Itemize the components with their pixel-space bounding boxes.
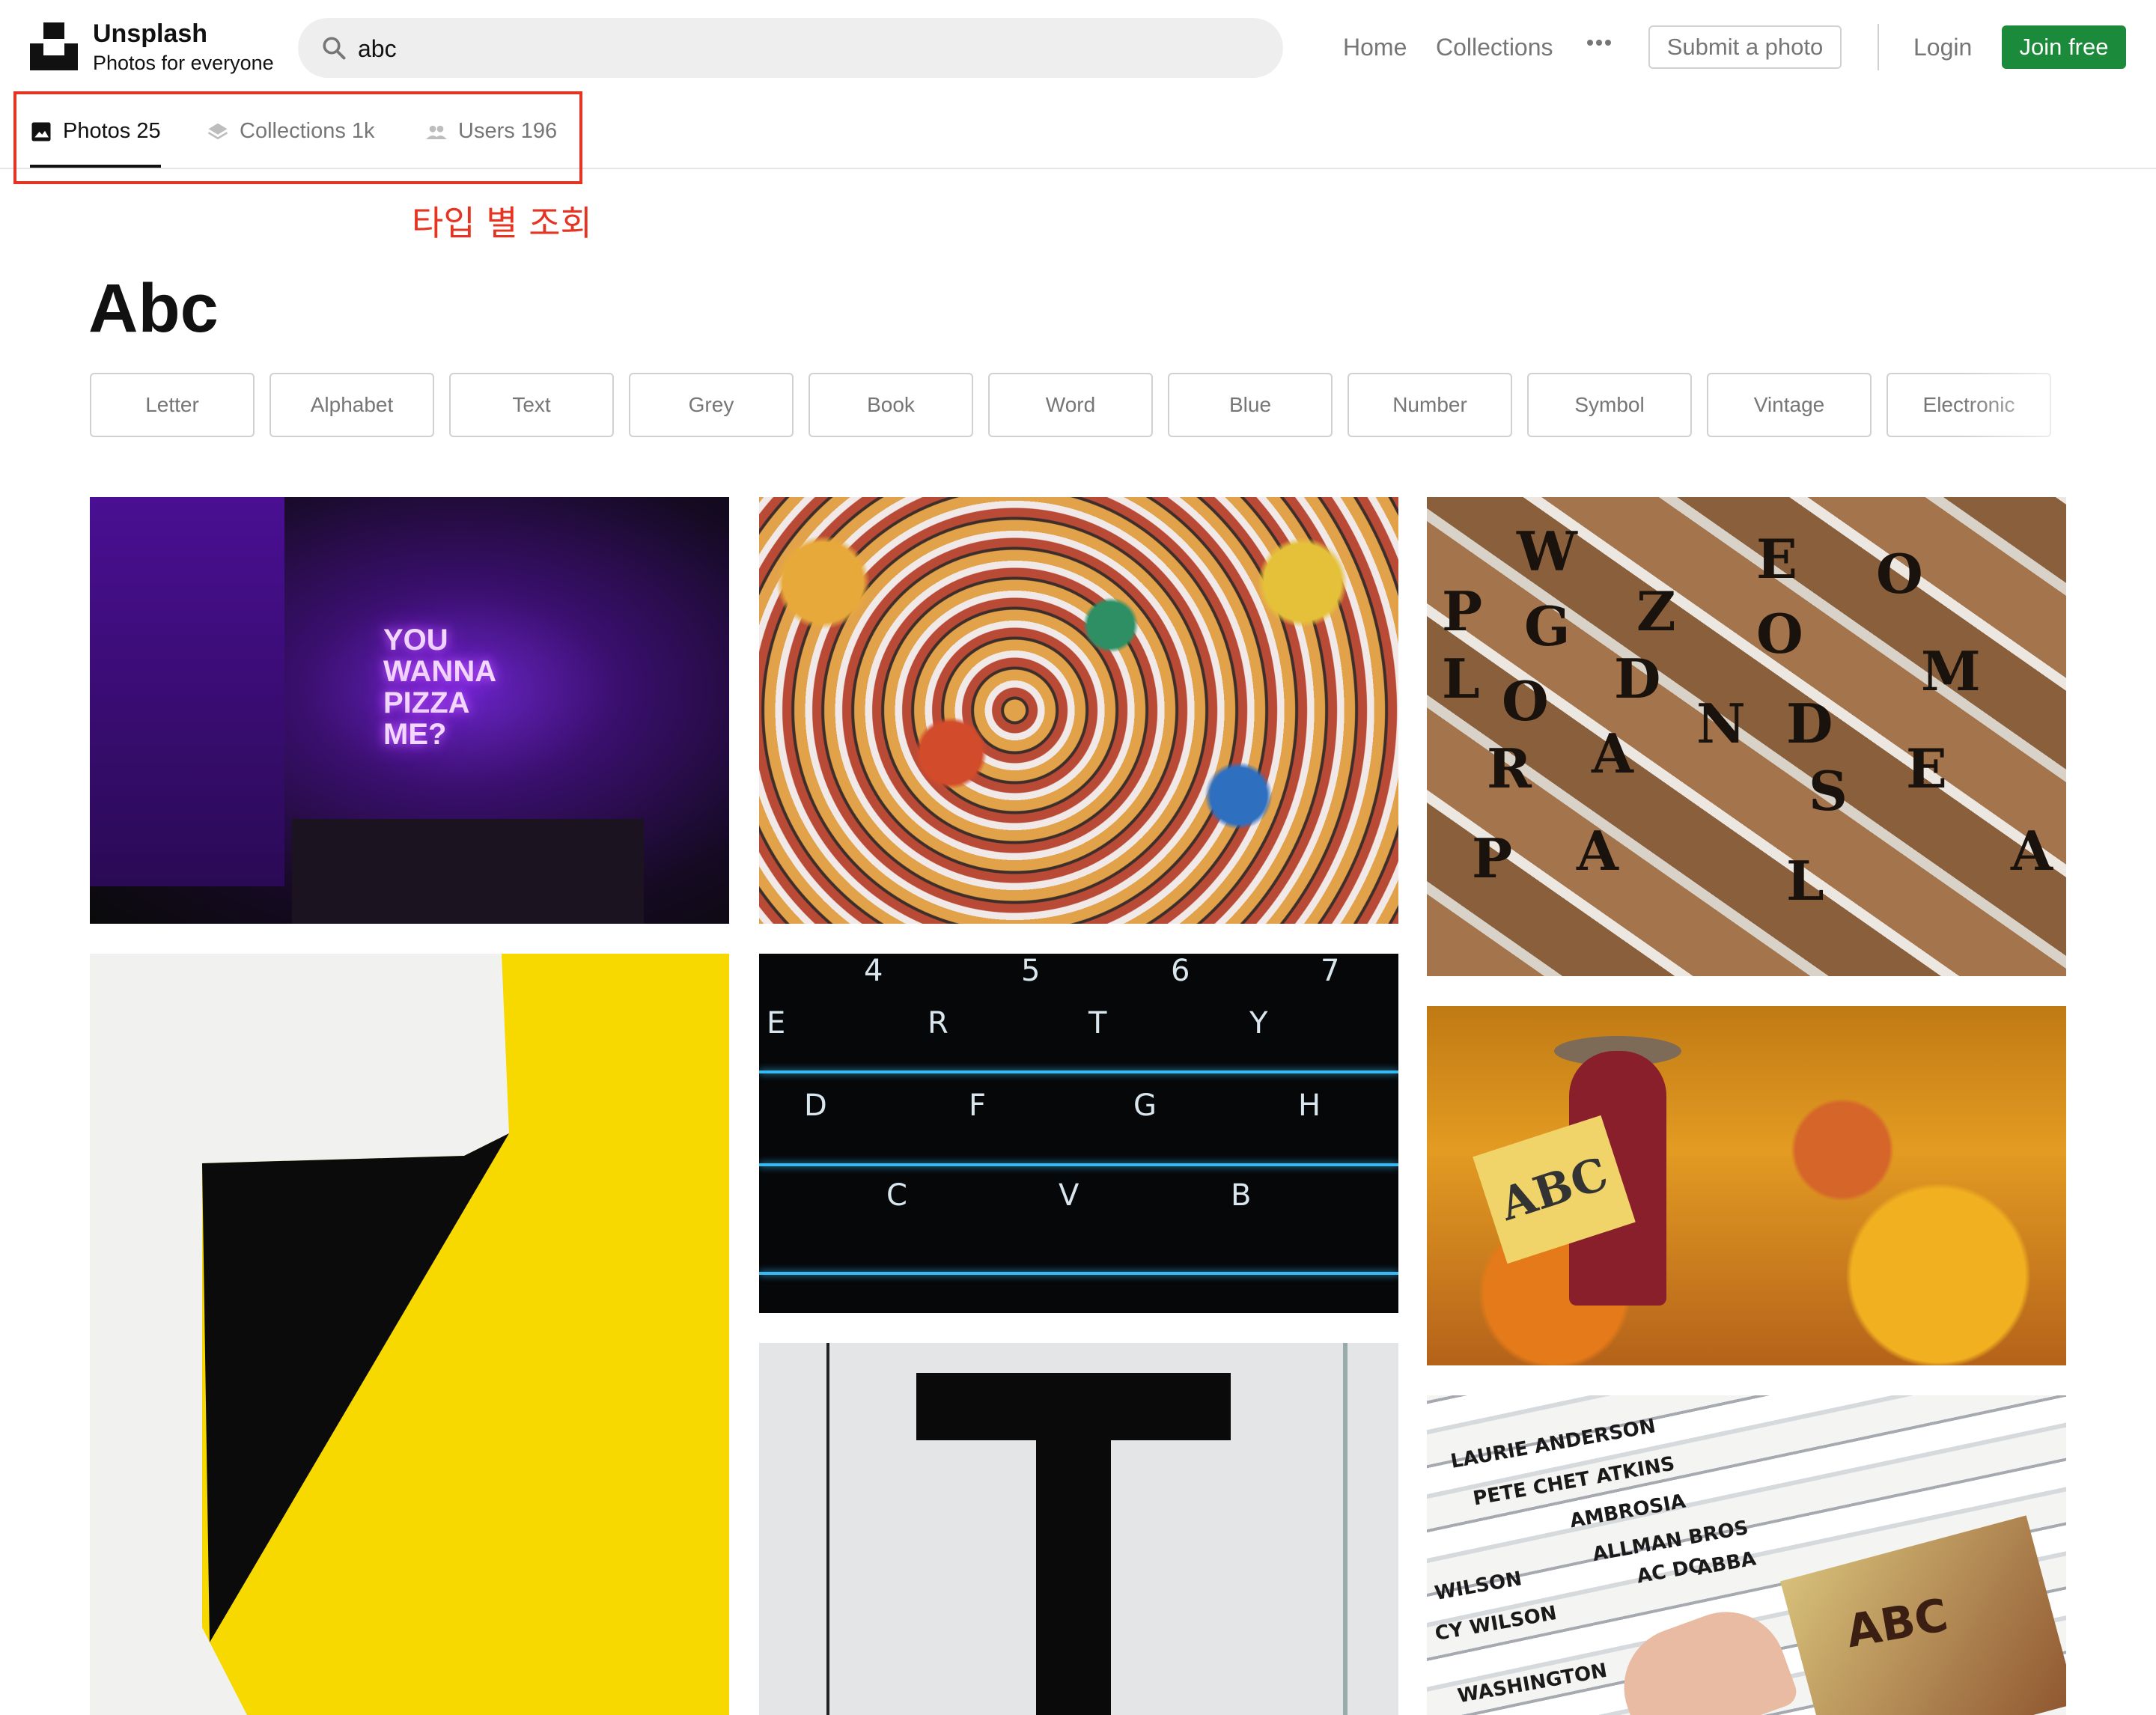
top-navbar: Unsplash Photos for everyone Home Collec… [0,0,2156,94]
divider-label: CY WILSON [1433,1601,1559,1646]
tile-letter: L [1442,647,1480,710]
divider-label: ABBA [1695,1547,1758,1580]
tile-letter: O [1502,669,1549,733]
key-backlight [759,1070,1398,1073]
keyboard-key: B [1231,1178,1252,1213]
keyboard-key: 4 [864,954,883,988]
key-backlight [759,1272,1398,1275]
nav-collections-link[interactable]: Collections [1436,31,1553,63]
tag-button[interactable]: Text [449,373,614,437]
nav-divider [1878,24,1879,70]
keyboard-key: V [1059,1178,1079,1213]
tile-letter: E [1906,737,1947,800]
tag-button[interactable]: Number [1348,373,1512,437]
keyboard-key: 6 [1171,954,1190,988]
photo-wall-shape [90,497,284,886]
tile-letter: O [1756,602,1803,665]
annotation-highlight-box [13,91,582,184]
tile-letter: G [1524,594,1571,658]
tile-letter: W [1517,520,1577,583]
login-link[interactable]: Login [1913,31,1972,63]
keyboard-key: D [804,1088,827,1123]
tile-letter: A [1592,722,1633,785]
keyboard-key: E [767,1006,786,1041]
brand-name: Unsplash [93,19,208,48]
keyboard-key: C [886,1178,907,1213]
hand-shape [1607,1594,1801,1715]
tile-letter: L [1786,849,1824,913]
tile-letter: S [1809,759,1848,823]
photo-black-yellow-abstract[interactable] [90,954,729,1715]
frame-edge [1343,1343,1348,1715]
photo-letter-beads[interactable] [759,497,1398,924]
tile-letter: A [1577,819,1618,883]
search-input[interactable] [356,18,1258,79]
page-title: Abc [88,270,219,347]
photo-scrabble-tiles[interactable]: W G Z E O P D O M L O N D R A S E P A L … [1427,497,2066,976]
neon-line: PIZZA [383,686,470,719]
tag-button[interactable]: Letter [90,373,255,437]
frame-edge [826,1343,829,1715]
tag-button[interactable]: Book [808,373,973,437]
tag-button[interactable]: Word [988,373,1153,437]
neon-line: ME? [383,718,447,751]
letter-t-stem [1036,1373,1111,1715]
brand[interactable]: Unsplash Photos for everyone [93,18,274,76]
neon-line: WANNA [383,655,497,688]
nav-home-link[interactable]: Home [1343,31,1407,63]
tile-letter: P [1442,579,1483,643]
neon-line: YOU [383,624,448,657]
tag-button[interactable]: Symbol [1527,373,1692,437]
keyboard-key: 5 [1021,954,1041,988]
keyboard-key: T [1088,1006,1107,1041]
tile-letter: N [1696,692,1746,755]
tile-letter: E [1756,527,1797,591]
photo-neon-sign[interactable]: YOU WANNA PIZZA ME? [90,497,729,924]
photo-man-reading-abc-book[interactable]: ABC [1427,1006,2066,1365]
unsplash-logo-icon[interactable] [30,22,78,70]
tile-letter: D [1614,647,1661,710]
neon-sign-text: YOU WANNA PIZZA ME? [383,624,496,759]
tag-button[interactable]: Blue [1168,373,1333,437]
keyboard-key: Y [1249,1006,1268,1041]
submit-photo-button[interactable]: Submit a photo [1648,25,1842,69]
annotation-text: 타입 별 조회 [412,203,592,243]
photo-letter-t[interactable] [759,1343,1398,1715]
tag-button[interactable]: Alphabet [270,373,434,437]
keyboard-key: F [969,1088,987,1123]
key-backlight [759,1163,1398,1166]
photo-backlit-keyboard[interactable]: 4 5 6 7 E R T Y D F G H C V B [759,954,1398,1313]
tile-letter: R [1487,737,1532,800]
tile-letter: Z [1636,579,1676,643]
black-shape [202,954,606,1715]
keyboard-key: G [1133,1088,1157,1123]
join-free-button[interactable]: Join free [2002,25,2126,69]
keyboard-key: H [1298,1088,1321,1123]
tile-letter: P [1472,826,1513,890]
photo-floor-shape [292,819,644,924]
related-tags: Letter Alphabet Text Grey Book Word Blue… [90,373,2156,437]
tile-letter: O [1876,542,1923,606]
search-icon[interactable] [320,34,347,61]
tag-button[interactable]: Grey [629,373,794,437]
keyboard-key: 7 [1321,954,1340,988]
divider-label: AMBROSIA [1568,1490,1687,1533]
tile-letter: A [2011,819,2053,883]
photo-record-store-dividers[interactable]: LAURIE ANDERSON PETE CHET ATKINS AMBROSI… [1427,1395,2066,1715]
keyboard-key: R [928,1006,948,1041]
search-bar[interactable] [298,18,1283,79]
divider-label: WILSON [1433,1568,1524,1605]
tile-letter: M [1921,639,1981,703]
tags-fade-overlay [1961,373,2156,437]
tile-letter: D [1786,692,1833,755]
brand-tagline: Photos for everyone [93,52,274,74]
more-options-icon[interactable] [1587,36,1614,49]
tag-button[interactable]: Vintage [1707,373,1872,437]
divider-label: AC DC [1635,1554,1705,1588]
divider-label: WASHINGTON [1455,1659,1610,1708]
